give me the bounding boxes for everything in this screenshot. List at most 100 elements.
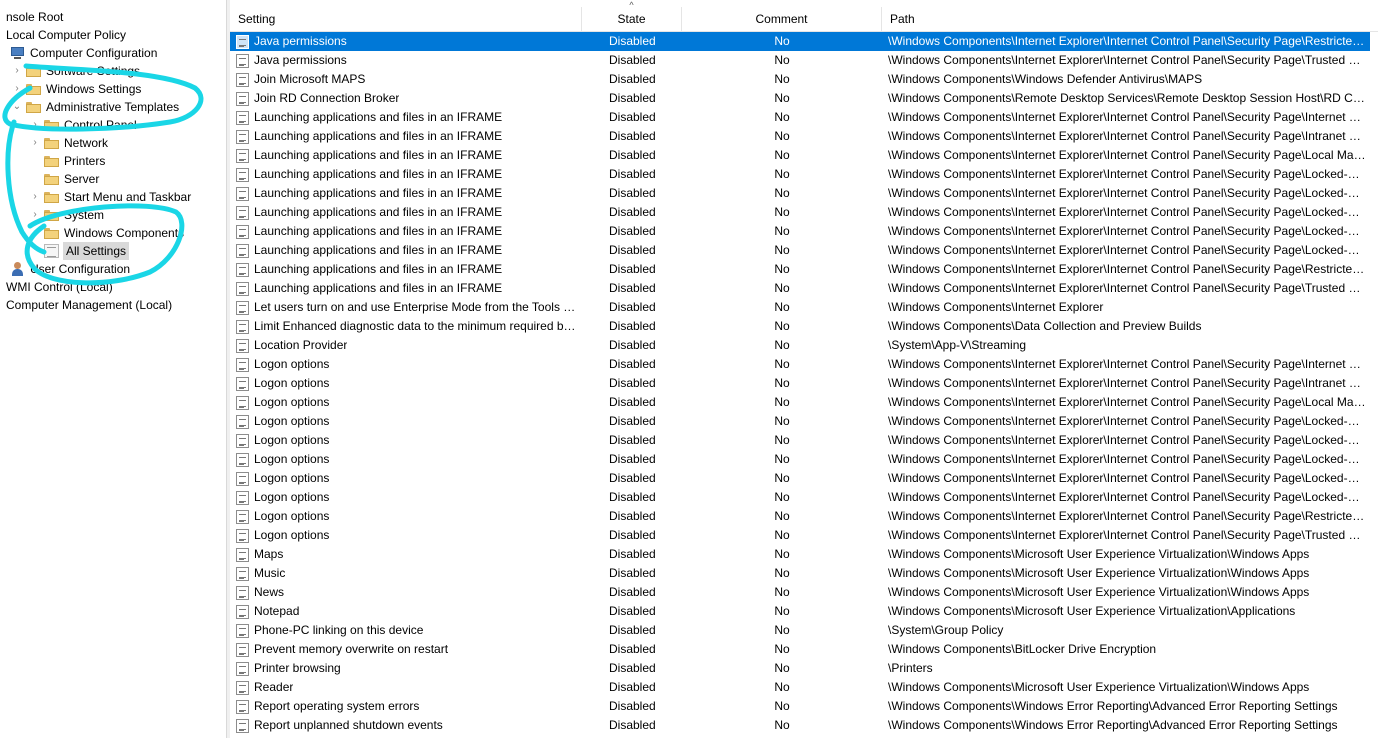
table-row[interactable]: Launching applications and files in an I… <box>230 241 1370 260</box>
column-header-comment[interactable]: Comment <box>682 7 882 31</box>
expand-chevron-icon[interactable]: › <box>12 62 22 80</box>
column-header-setting[interactable]: Setting <box>230 7 582 31</box>
tree-item-wmi-control-local[interactable]: WMI Control (Local) <box>6 278 113 296</box>
cell-setting: Logon options <box>236 450 580 469</box>
tree-item-control-panel[interactable]: › Control Panel <box>30 116 136 134</box>
cell-comment: No <box>774 186 790 200</box>
table-row[interactable]: Location Provider Disabled No \System\App-V… <box>230 336 1370 355</box>
cell-state: Disabled <box>609 205 656 219</box>
cell-comment: No <box>774 680 790 694</box>
table-row[interactable]: Report unplanned shutdown events Disabled… <box>230 716 1370 735</box>
tree-item-label: Start Menu and Taskbar <box>64 190 192 204</box>
table-row[interactable]: Logon options Disabled No \Windows Componen… <box>230 469 1370 488</box>
table-row[interactable]: Launching applications and files in an I… <box>230 260 1370 279</box>
expand-chevron-icon[interactable]: › <box>12 80 22 98</box>
tree-item-windows-components[interactable]: › Windows Components <box>30 224 184 242</box>
table-row[interactable]: Logon options Disabled No \Windows Componen… <box>230 393 1370 412</box>
table-row[interactable]: Logon options Disabled No \Windows Componen… <box>230 374 1370 393</box>
setting-name: News <box>254 585 285 599</box>
table-row[interactable]: Launching applications and files in an I… <box>230 108 1370 127</box>
pc-icon <box>10 46 25 60</box>
cell-comment: No <box>774 91 790 105</box>
table-row[interactable]: Launching applications and files in an I… <box>230 279 1370 298</box>
cell-path: \Windows Components\Internet Explorer\In… <box>888 395 1366 409</box>
cell-path: \Windows Components\Internet Explorer\In… <box>888 167 1366 181</box>
tree-item-start-menu-and-taskbar[interactable]: › Start Menu and Taskbar <box>30 188 191 206</box>
collapse-chevron-icon[interactable]: ⌄ <box>12 98 22 116</box>
user-icon <box>10 262 25 276</box>
table-row[interactable]: Logon options Disabled No \Windows Componen… <box>230 507 1370 526</box>
table-row[interactable]: Launching applications and files in an I… <box>230 146 1370 165</box>
tree-item-system[interactable]: › System <box>30 206 104 224</box>
tree-item-printers[interactable]: Printers <box>30 152 105 170</box>
cell-setting: Launching applications and files in an I… <box>236 184 580 203</box>
folder-icon <box>44 119 59 131</box>
table-row[interactable]: Maps Disabled No \Windows Components\Micros… <box>230 545 1370 564</box>
table-row[interactable]: Logon options Disabled No \Windows Componen… <box>230 431 1370 450</box>
table-row[interactable]: Report operating system errors Disabled No… <box>230 697 1370 716</box>
expand-chevron-icon[interactable]: › <box>30 224 40 242</box>
table-row[interactable]: Limit Enhanced diagnostic data to the mi… <box>230 317 1370 336</box>
policy-setting-icon <box>236 338 249 353</box>
setting-name: Limit Enhanced diagnostic data to the mi… <box>254 319 580 333</box>
cell-state: Disabled <box>609 642 656 656</box>
tree-item-local-computer-policy[interactable]: Local Computer Policy <box>6 26 126 44</box>
tree-item-windows-settings[interactable]: › Windows Settings <box>12 80 141 98</box>
table-row[interactable]: Notepad Disabled No \Windows Components\Mic… <box>230 602 1370 621</box>
column-header-path[interactable]: Path <box>882 7 1372 31</box>
tree-item-nsole-root[interactable]: nsole Root <box>6 8 63 26</box>
tree-item-user-configuration[interactable]: User Configuration <box>10 260 130 278</box>
table-row[interactable]: News Disabled No \Windows Components\Micros… <box>230 583 1370 602</box>
tree-item-computer-configuration[interactable]: Computer Configuration <box>10 44 157 62</box>
table-row[interactable]: Launching applications and files in an I… <box>230 127 1370 146</box>
expand-chevron-icon[interactable]: › <box>30 206 40 224</box>
tree-item-network[interactable]: › Network <box>30 134 108 152</box>
expand-chevron-icon[interactable]: › <box>30 116 40 134</box>
cell-setting: Let users turn on and use Enterprise Mod… <box>236 298 580 317</box>
column-header-state[interactable]: ^ State <box>582 0 682 31</box>
table-row[interactable]: Prevent memory overwrite on restart Disab… <box>230 640 1370 659</box>
cell-path: \Windows Components\Data Collection and … <box>888 319 1202 333</box>
tree-item-all-settings[interactable]: All Settings <box>30 242 130 260</box>
tree-item-server[interactable]: Server <box>30 170 99 188</box>
table-row[interactable]: Launching applications and files in an I… <box>230 203 1370 222</box>
table-row[interactable]: Phone-PC linking on this device Disabled N… <box>230 621 1370 640</box>
cell-state: Disabled <box>609 699 656 713</box>
table-row[interactable]: Logon options Disabled No \Windows Componen… <box>230 450 1370 469</box>
cell-path: \Windows Components\Internet Explorer\In… <box>888 186 1366 200</box>
tree-item-software-settings[interactable]: › Software Settings <box>12 62 140 80</box>
tree-item-label: All Settings <box>63 242 130 260</box>
table-row[interactable]: Logon options Disabled No \Windows Componen… <box>230 412 1370 431</box>
table-row[interactable]: Logon options Disabled No \Windows Componen… <box>230 355 1370 374</box>
table-row[interactable]: Music Disabled No \Windows Components\Micro… <box>230 564 1370 583</box>
table-row[interactable]: Java permissions Disabled No \Windows Compo… <box>230 32 1370 51</box>
table-row[interactable]: Join RD Connection Broker Disabled No \Wind… <box>230 89 1370 108</box>
tree-item-administrative-templates[interactable]: ⌄ Administrative Templates <box>12 98 179 116</box>
cell-state: Disabled <box>609 167 656 181</box>
tree-item-computer-management-local[interactable]: Computer Management (Local) <box>6 296 172 314</box>
table-row[interactable]: Java permissions Disabled No \Windows Compo… <box>230 51 1370 70</box>
cell-comment: No <box>774 699 790 713</box>
cell-setting: Logon options <box>236 488 580 507</box>
cell-state: Disabled <box>609 338 656 352</box>
table-row[interactable]: Join Microsoft MAPS Disabled No \Windows Co… <box>230 70 1370 89</box>
cell-comment: No <box>774 262 790 276</box>
policy-setting-icon <box>236 300 249 315</box>
expand-chevron-icon[interactable]: › <box>30 188 40 206</box>
table-row[interactable]: Reader Disabled No \Windows Components\Micr… <box>230 678 1370 697</box>
folder-icon <box>44 155 59 167</box>
tree-item-label: Software Settings <box>46 64 141 78</box>
table-row[interactable]: Logon options Disabled No \Windows Componen… <box>230 488 1370 507</box>
setting-name: Phone-PC linking on this device <box>254 623 424 637</box>
table-row[interactable]: Launching applications and files in an I… <box>230 165 1370 184</box>
setting-name: Logon options <box>254 509 330 523</box>
table-row[interactable]: Launching applications and files in an I… <box>230 222 1370 241</box>
tree-item-label: nsole Root <box>6 10 64 24</box>
expand-chevron-icon[interactable]: › <box>30 134 40 152</box>
table-row[interactable]: Printer browsing Disabled No \Printers <box>230 659 1370 678</box>
table-row[interactable]: Launching applications and files in an I… <box>230 184 1370 203</box>
cell-comment: No <box>774 433 790 447</box>
cell-setting: Logon options <box>236 393 580 412</box>
table-row[interactable]: Let users turn on and use Enterprise Mod… <box>230 298 1370 317</box>
table-row[interactable]: Logon options Disabled No \Windows Componen… <box>230 526 1370 545</box>
